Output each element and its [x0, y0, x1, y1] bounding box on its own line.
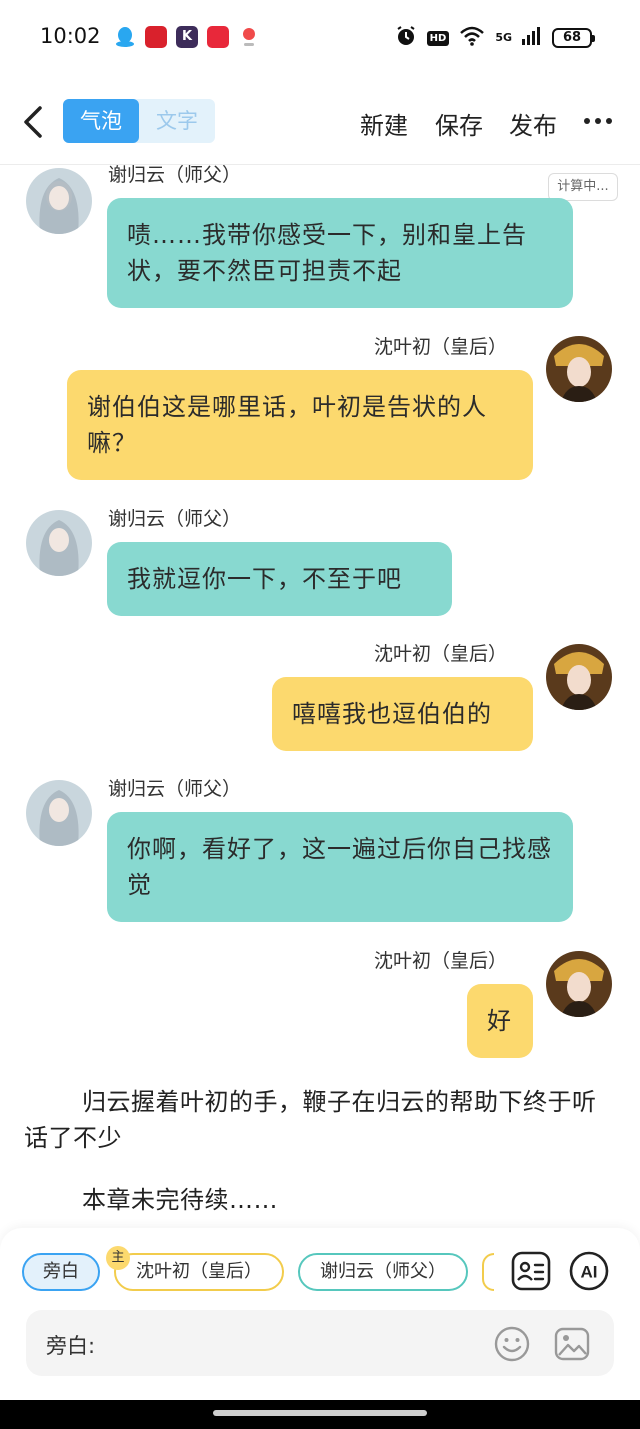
avatar-xie[interactable] — [26, 168, 92, 234]
header-divider — [0, 164, 640, 165]
status-indicators: HD 5G 68 — [395, 25, 595, 51]
ai-label: AI — [581, 1263, 598, 1282]
role-chip-xie[interactable]: 谢归云（师父） — [298, 1253, 468, 1291]
network-type: 5G — [495, 31, 512, 44]
host-badge: 主 — [106, 1246, 130, 1270]
avatar-shen[interactable] — [546, 644, 612, 710]
chat-bubble[interactable]: 我就逗你一下，不至于吧 — [107, 542, 452, 616]
speaker-name: 沈叶初（皇后） — [374, 950, 508, 972]
role-chip-shen[interactable]: 沈叶初（皇后） — [114, 1253, 284, 1291]
avatar-shen[interactable] — [546, 951, 612, 1017]
avatar-xie[interactable] — [26, 510, 92, 576]
battery-indicator: 68 — [552, 28, 595, 48]
back-arrow-icon[interactable] — [18, 102, 48, 142]
hd-icon: HD — [426, 30, 450, 46]
message-input[interactable]: 旁白: — [26, 1310, 614, 1376]
alarm-icon — [395, 25, 417, 51]
home-indicator[interactable] — [213, 1410, 427, 1416]
mode-toggle: 气泡 文字 — [63, 99, 215, 143]
speaker-name: 谢归云（师父） — [108, 508, 242, 530]
image-icon[interactable] — [554, 1326, 590, 1362]
study-app-icon — [145, 26, 167, 48]
input-speaker-label: 旁白: — [46, 1334, 96, 1358]
wifi-icon — [459, 26, 485, 50]
mode-bubble-tab[interactable]: 气泡 — [63, 99, 139, 143]
narration-paragraph[interactable]: 归云握着叶初的手，鞭子在归云的帮助下终于听话了不少 — [24, 1084, 616, 1156]
chat-bubble[interactable]: 好 — [467, 984, 533, 1058]
status-bar: 10:02 K HD 5G 68 — [0, 0, 640, 76]
k-app-icon: K — [176, 26, 198, 48]
role-chip-overflow[interactable] — [482, 1253, 494, 1291]
editor-header: 气泡 文字 新建 保存 发布 — [0, 90, 640, 154]
speaker-name: 谢归云（师父） — [108, 164, 242, 186]
publish-button[interactable]: 发布 — [509, 106, 557, 141]
avatar-xie[interactable] — [26, 780, 92, 846]
avatar-shen[interactable] — [546, 336, 612, 402]
speaker-name: 谢归云（师父） — [108, 778, 242, 800]
role-chip-narrator[interactable]: 旁白 — [22, 1253, 100, 1291]
role-card-icon[interactable] — [511, 1251, 551, 1291]
chat-bubble[interactable]: 啧……我带你感受一下，别和皇上告状，要不然臣可担责不起 — [107, 198, 573, 308]
love-app-icon — [207, 26, 229, 48]
chat-bubble[interactable]: 嘻嘻我也逗伯伯的 — [272, 677, 533, 751]
chat-bubble[interactable]: 你啊，看好了，这一遍过后你自己找感觉 — [107, 812, 573, 922]
mode-text-tab[interactable]: 文字 — [139, 99, 215, 143]
signal-icon — [522, 27, 542, 49]
more-options-icon[interactable] — [584, 118, 612, 124]
narration-paragraph[interactable]: 本章未完待续…… — [24, 1182, 616, 1218]
speaker-name: 沈叶初（皇后） — [374, 336, 508, 358]
speaker-name: 沈叶初（皇后） — [374, 643, 508, 665]
clock: 10:02 — [40, 24, 101, 48]
chat-bubble[interactable]: 谢伯伯这是哪里话，叶初是告状的人嘛？ — [67, 370, 533, 480]
emoji-icon[interactable] — [494, 1326, 530, 1362]
qq-app-icon — [113, 25, 137, 53]
ai-icon[interactable]: AI — [569, 1251, 609, 1291]
save-button[interactable]: 保存 — [435, 106, 483, 141]
new-button[interactable]: 新建 — [360, 106, 408, 141]
location-app-icon — [240, 26, 258, 52]
calculating-badge: 计算中... — [548, 173, 618, 201]
